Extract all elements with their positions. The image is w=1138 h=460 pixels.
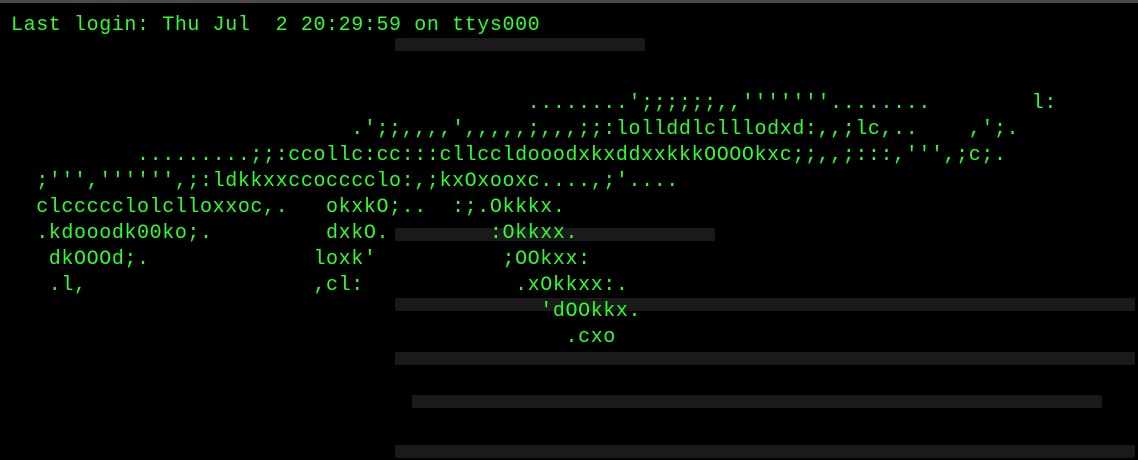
ascii-art-line: .........;;:ccollc:cc:::cllccldooodxkxdd…	[11, 144, 1007, 167]
window-top-border	[0, 0, 1138, 3]
terminal-output[interactable]: Last login: Thu Jul 2 20:29:59 on ttys00…	[11, 13, 1057, 351]
ascii-art-line: .kdooodk00ko;. dxkO. :Okkxx.	[11, 222, 579, 245]
background-text-line	[412, 395, 1102, 408]
ascii-art-line: .';;,,,,',,,,,;,,,;;:lollddlclllodxd:,,;…	[11, 118, 1020, 141]
ascii-art-line: ........';;;;;;,,'''''''........ l:	[11, 92, 1057, 115]
terminal-window: Last login: Thu Jul 2 20:29:59 on ttys00…	[0, 0, 1138, 460]
last-login-line: Last login: Thu Jul 2 20:29:59 on ttys00…	[11, 14, 541, 37]
ascii-art-line: ;''','''''',;:ldkkxxccocccclo:,;kxOxooxc…	[11, 170, 679, 193]
ascii-art-line: .l, ,cl: .xOkkxx:.	[11, 274, 629, 297]
ascii-art-line: 'dOOkkx.	[11, 300, 642, 323]
background-text-line	[395, 352, 1135, 365]
ascii-art-line: clccccclolclloxxoc,. okxkO;.. :;.Okkkx.	[11, 196, 566, 219]
background-text-line	[395, 445, 1135, 458]
ascii-art-line: dkOOOd;. loxk' ;OOkxx:	[11, 248, 591, 271]
ascii-art-line: .cxo	[11, 326, 616, 349]
